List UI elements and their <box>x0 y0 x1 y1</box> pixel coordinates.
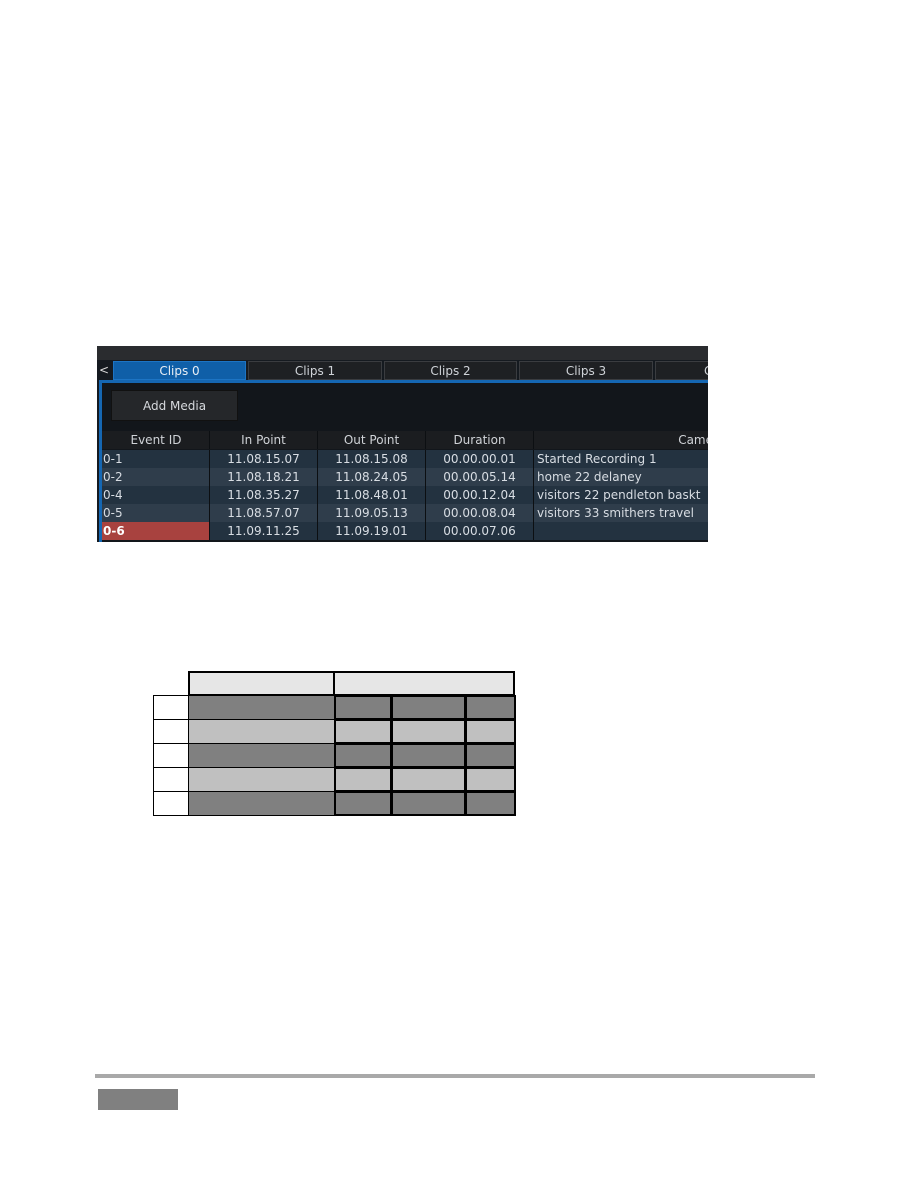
footer-rule <box>95 1074 815 1078</box>
table-cell <box>188 767 335 792</box>
col-in-point[interactable]: In Point <box>210 431 318 449</box>
table-cell: 11.08.15.07 <box>210 450 318 468</box>
table-cell <box>334 791 392 816</box>
table-cell: 11.08.15.08 <box>318 450 426 468</box>
table-cell: Started Recording 1 <box>534 450 708 468</box>
table-cell: 00.00.12.04 <box>426 486 534 504</box>
table-cell: 0-6 <box>102 522 210 540</box>
table-cell: 0-5 <box>102 504 210 522</box>
table-cell: 11.09.11.25 <box>210 522 318 540</box>
clips-screenshot: < Clips 0 Clips 1 Clips 2 Clips 3 C Add … <box>97 346 708 542</box>
row-label-cell <box>153 695 190 720</box>
row-label-cell <box>153 767 190 792</box>
table-cell: 00.00.08.04 <box>426 504 534 522</box>
table-cell: 11.08.24.05 <box>318 468 426 486</box>
table-cell: 00.00.05.14 <box>426 468 534 486</box>
col-out-point[interactable]: Out Point <box>318 431 426 449</box>
add-media-button[interactable]: Add Media <box>111 390 238 421</box>
tabs-back-button[interactable]: < <box>99 361 109 380</box>
table-cell <box>391 743 466 768</box>
table-cell <box>334 695 392 720</box>
tab-clips-2[interactable]: Clips 2 <box>384 361 517 380</box>
table-cell: visitors 33 smithers travel <box>534 504 708 522</box>
table-row[interactable]: 0-1 11.08.15.07 11.08.15.08 00.00.00.01 Star… <box>102 450 708 468</box>
row-label-cell <box>153 791 190 816</box>
table-cell <box>334 743 392 768</box>
clips-panel: Add Media Event ID In Point Out Point Du… <box>99 380 708 542</box>
table-cell: 00.00.07.06 <box>426 522 534 540</box>
tab-clips-0[interactable]: Clips 0 <box>113 361 246 380</box>
table-cell <box>465 719 516 744</box>
table-cell: 00.00.00.01 <box>426 450 534 468</box>
table-cell <box>465 791 516 816</box>
table-cell: 11.08.35.27 <box>210 486 318 504</box>
table-cell: 11.08.57.07 <box>210 504 318 522</box>
table-cell <box>188 695 335 720</box>
table-cell: 0-4 <box>102 486 210 504</box>
table-cell: 0-2 <box>102 468 210 486</box>
page-number-box <box>98 1089 178 1110</box>
top-bar <box>97 346 708 360</box>
table-cell <box>534 522 708 540</box>
table-cell <box>188 791 335 816</box>
header-cell <box>188 671 335 696</box>
table-cell: 11.08.48.01 <box>318 486 426 504</box>
tab-clips-3[interactable]: Clips 3 <box>519 361 653 380</box>
document-page: < Clips 0 Clips 1 Clips 2 Clips 3 C Add … <box>0 0 918 1188</box>
table-cell <box>465 767 516 792</box>
table-header: Event ID In Point Out Point Duration Cam… <box>102 431 708 449</box>
table-cell: visitors 22 pendleton baskt <box>534 486 708 504</box>
table-cell <box>188 719 335 744</box>
table-cell: 11.09.05.13 <box>318 504 426 522</box>
table-row[interactable]: 0-6 11.09.11.25 11.09.19.01 00.00.07.06 <box>102 522 708 540</box>
row-label-cell <box>153 743 190 768</box>
table-cell <box>391 695 466 720</box>
table-cell <box>188 743 335 768</box>
table-row[interactable]: 0-4 11.08.35.27 11.08.48.01 00.00.12.04 visi… <box>102 486 708 504</box>
header-cell <box>333 671 515 696</box>
row-label-cell <box>153 719 190 744</box>
col-duration[interactable]: Duration <box>426 431 534 449</box>
table-cell <box>391 767 466 792</box>
table-cell <box>391 719 466 744</box>
table-cell: 0-1 <box>102 450 210 468</box>
table-cell <box>465 695 516 720</box>
table-row[interactable]: 0-2 11.08.18.21 11.08.24.05 00.00.05.14 home… <box>102 468 708 486</box>
tab-clips-4[interactable]: C <box>655 361 708 380</box>
table-row[interactable]: 0-5 11.08.57.07 11.09.05.13 00.00.08.04 visi… <box>102 504 708 522</box>
table-cell: 11.08.18.21 <box>210 468 318 486</box>
table-cell <box>334 767 392 792</box>
col-event-id[interactable]: Event ID <box>102 431 210 449</box>
col-camera[interactable]: Came <box>534 431 708 449</box>
table-cell: 11.09.19.01 <box>318 522 426 540</box>
table-cell: home 22 delaney <box>534 468 708 486</box>
table-cell <box>334 719 392 744</box>
table-cell <box>391 791 466 816</box>
table-cell <box>465 743 516 768</box>
tab-clips-1[interactable]: Clips 1 <box>248 361 382 380</box>
